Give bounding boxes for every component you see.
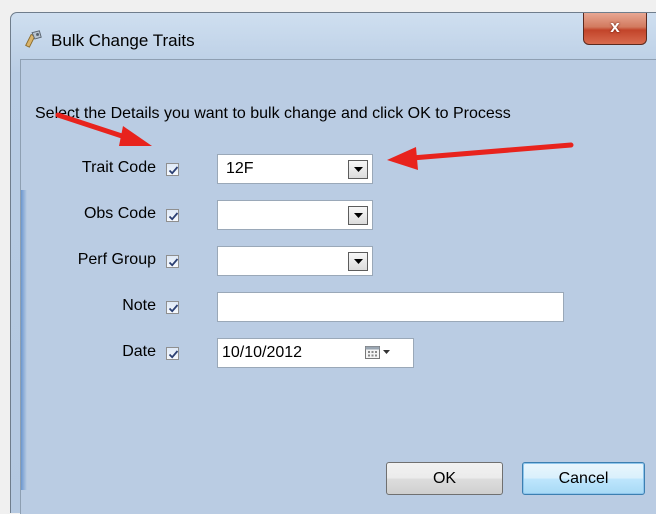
calendar-dropdown-icon[interactable] [365,346,395,360]
checkmark-icon [168,166,179,175]
instructions-text: Select the Details you want to bulk chan… [35,105,511,122]
dialog-body: Select the Details you want to bulk chan… [20,59,656,514]
obs-code-checkbox[interactable] [166,209,179,222]
perf-group-combobox[interactable] [217,246,373,276]
chevron-down-icon [354,259,363,264]
ok-button[interactable]: OK [386,462,503,495]
perf-group-checkbox[interactable] [166,255,179,268]
bulk-change-traits-dialog: Bulk Change Traits x Select the Details … [10,12,656,514]
perf-group-dropdown-button[interactable] [348,252,368,271]
note-label: Note [122,297,156,314]
checkmark-icon [168,304,179,313]
note-input[interactable] [217,292,564,322]
checkmark-icon [168,258,179,267]
trait-code-value: 12F [226,160,254,177]
trait-code-combobox[interactable]: 12F [217,154,373,184]
close-icon: x [610,17,620,36]
date-picker[interactable]: 10/10/2012 [217,338,414,368]
title-bar[interactable]: Bulk Change Traits x [11,13,656,59]
cancel-button[interactable]: Cancel [522,462,645,495]
obs-code-combobox[interactable] [217,200,373,230]
close-button[interactable]: x [583,13,647,45]
checkmark-icon [168,212,179,221]
trait-code-checkbox[interactable] [166,163,179,176]
obs-code-label: Obs Code [83,205,156,222]
checkmark-icon [168,350,179,359]
app-icon [25,30,42,48]
left-edge-decoration [21,190,27,490]
chevron-down-icon [354,167,363,172]
chevron-down-icon [354,213,363,218]
date-value: 10/10/2012 [222,344,303,361]
date-label: Date [122,343,156,360]
trait-code-label: Trait Code [81,159,156,176]
note-checkbox[interactable] [166,301,179,314]
date-checkbox[interactable] [166,347,179,360]
perf-group-label: Perf Group [77,251,156,268]
trait-code-dropdown-button[interactable] [348,160,368,179]
obs-code-dropdown-button[interactable] [348,206,368,225]
window-title: Bulk Change Traits [51,31,195,50]
